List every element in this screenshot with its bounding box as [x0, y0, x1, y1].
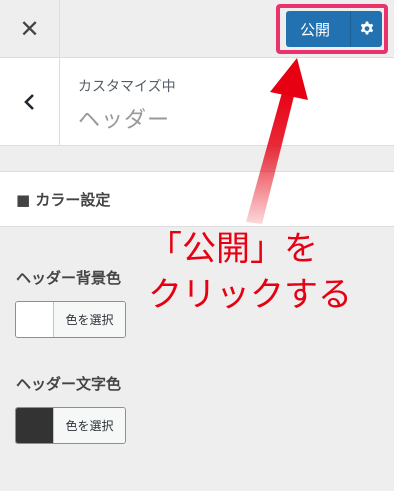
chevron-left-icon: [23, 93, 34, 110]
gear-icon: [360, 21, 373, 35]
publish-button-label: 公開: [300, 20, 331, 39]
color-settings-panel-header: ■ カラー設定: [0, 171, 394, 227]
publish-button[interactable]: 公開: [286, 11, 382, 47]
publish-settings-button[interactable]: [351, 21, 382, 37]
back-button[interactable]: [0, 58, 60, 145]
panel-title: ■ カラー設定: [16, 190, 111, 209]
annotation-line-2: クリックする: [148, 275, 352, 315]
annotation-line-1: 「公開」を: [148, 229, 318, 269]
header-text-color-swatch: [16, 408, 54, 443]
header-text-color-label: ヘッダー文字色: [16, 375, 122, 393]
section-header: カスタマイズ中 ヘッダー: [0, 58, 394, 146]
header-bg-color-button-label: 色を選択: [54, 302, 125, 337]
close-icon: ✕: [19, 15, 40, 43]
section-title: ヘッダー: [78, 108, 171, 133]
header-bg-color-label: ヘッダー背景色: [16, 269, 122, 287]
breadcrumb: カスタマイズ中: [78, 79, 176, 95]
customizer-header: ✕ 公開: [0, 0, 394, 58]
header-text-color-picker[interactable]: 色を選択: [15, 407, 126, 444]
header-bg-color-picker[interactable]: 色を選択: [15, 301, 126, 338]
instruction-annotation: 「公開」を クリックする: [148, 226, 352, 318]
header-text-color-button-label: 色を選択: [54, 408, 125, 443]
header-bg-color-swatch: [16, 302, 54, 337]
close-customizer-button[interactable]: ✕: [0, 0, 60, 58]
